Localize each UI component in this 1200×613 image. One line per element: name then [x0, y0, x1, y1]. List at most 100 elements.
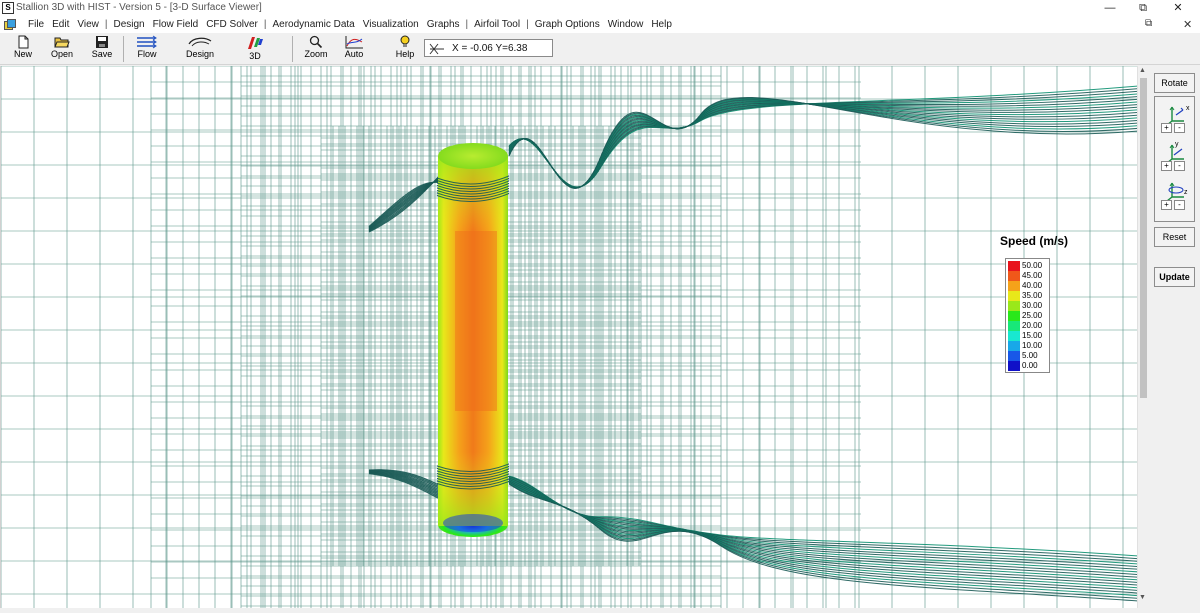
view-control-panel: Rotate x + - y + - z + - Reset Update [1148, 66, 1200, 613]
rotate-y-plus-button[interactable]: + [1161, 161, 1172, 171]
rotate-x-minus-button[interactable]: - [1174, 123, 1185, 133]
save-button[interactable]: Save [87, 34, 117, 64]
scroll-down-arrow-icon[interactable]: ▼ [1139, 594, 1146, 601]
open-button[interactable]: Open [47, 34, 77, 64]
help-label: Help [395, 49, 415, 59]
y-axis-label: y [1175, 141, 1179, 148]
rotate-button[interactable]: Rotate [1154, 73, 1195, 93]
coordinate-readout-box: X = -0.06 Y=6.38 [424, 39, 553, 57]
new-file-icon [18, 35, 29, 49]
app-window: S Stallion 3D with HIST - Version 5 - [3… [0, 0, 1200, 613]
mdi-restore-button[interactable]: ⧉ [1145, 18, 1152, 29]
flow-label: Flow [137, 49, 157, 59]
menu-edit[interactable]: Edit [48, 18, 73, 32]
menu-cfd-solver[interactable]: CFD Solver [202, 18, 262, 32]
legend-swatch [1008, 301, 1020, 311]
legend-swatch [1008, 311, 1020, 321]
menu-help[interactable]: Help [647, 18, 676, 32]
view-3d-button[interactable]: 3D [240, 34, 270, 64]
legend-label: 45.00 [1022, 271, 1043, 280]
rotate-y-minus-button[interactable]: - [1174, 161, 1185, 171]
close-button[interactable]: ✕ [1162, 0, 1194, 17]
rotate-x-plus-button[interactable]: + [1161, 123, 1172, 133]
help-button[interactable]: Help [390, 34, 420, 64]
open-label: Open [50, 49, 74, 59]
flow-visualization [1, 66, 1137, 608]
rotate-z-minus-button[interactable]: - [1174, 200, 1185, 210]
menu-view[interactable]: View [73, 18, 103, 32]
menu-graph-options[interactable]: Graph Options [531, 18, 604, 32]
save-label: Save [91, 49, 113, 59]
mesh-grid [1, 66, 1137, 608]
legend-swatch [1008, 351, 1020, 361]
legend-title: Speed (m/s) [999, 234, 1068, 248]
menu-graphs[interactable]: Graphs [423, 18, 464, 32]
legend-color-scale: 50.00 45.00 40.00 35.00 30.00 25.00 20.00 15.00… [1005, 258, 1050, 373]
menu-separator: | [263, 19, 267, 30]
magnifier-icon [309, 35, 323, 49]
flow-button[interactable]: Flow [132, 34, 162, 64]
legend-label: 0.00 [1022, 361, 1038, 370]
auto-button[interactable]: Auto [339, 34, 369, 64]
coordinate-readout: X = -0.06 Y=6.38 [452, 43, 528, 54]
restore-button[interactable]: ⧉ [1127, 0, 1159, 17]
menu-design[interactable]: Design [109, 18, 148, 32]
legend-swatch [1008, 361, 1020, 371]
window-title: Stallion 3D with HIST - Version 5 - [3-D… [16, 2, 262, 13]
legend-label: 25.00 [1022, 311, 1043, 320]
legend-swatch [1008, 261, 1020, 271]
auto-scale-graph-icon [345, 36, 363, 49]
menu-flow-field[interactable]: Flow Field [149, 18, 203, 32]
3d-blocks-icon [248, 37, 263, 49]
surface-viewer-canvas[interactable]: Speed (m/s) 50.00 45.00 40.00 35.00 30.00 25.… [0, 66, 1137, 608]
airfoil-design-icon [188, 37, 212, 47]
mdi-close-button[interactable]: ✕ [1183, 18, 1192, 31]
legend-label: 10.00 [1022, 341, 1043, 350]
legend-swatch [1008, 291, 1020, 301]
menu-visualization[interactable]: Visualization [359, 18, 423, 32]
menu-separator: | [465, 19, 469, 30]
bottom-strip [0, 608, 1200, 613]
vertical-scrollbar[interactable]: ▲ ▼ [1137, 66, 1148, 608]
axis-rotation-group: x + - y + - z + - [1154, 96, 1195, 222]
menu-separator: | [104, 19, 108, 30]
legend-swatch [1008, 271, 1020, 281]
design-button[interactable]: Design [182, 34, 218, 64]
legend-label: 35.00 [1022, 291, 1043, 300]
toolbar: New Open Save Flow Design 3D Zoom Auto H… [0, 33, 1200, 65]
menu-bar: File Edit View | Design Flow Field CFD Solver |… [0, 17, 1200, 33]
view-3d-label: 3D [249, 51, 261, 61]
flow-lines-icon [137, 35, 157, 49]
menu-window[interactable]: Window [604, 18, 648, 32]
menu-file[interactable]: File [24, 18, 48, 32]
menu-airfoil-tool[interactable]: Airfoil Tool [470, 18, 524, 32]
legend-label: 40.00 [1022, 281, 1043, 290]
legend-label: 20.00 [1022, 321, 1043, 330]
zoom-label: Zoom [304, 49, 328, 59]
crosshair-icon [429, 43, 444, 55]
reset-button[interactable]: Reset [1154, 227, 1195, 247]
scrollbar-thumb[interactable] [1140, 78, 1147, 398]
update-button[interactable]: Update [1154, 267, 1195, 287]
title-bar: S Stallion 3D with HIST - Version 5 - [3… [0, 0, 1200, 17]
legend-swatch [1008, 321, 1020, 331]
toolbar-separator [123, 36, 124, 62]
rotate-z-plus-button[interactable]: + [1161, 200, 1172, 210]
auto-label: Auto [344, 49, 364, 59]
legend-label: 5.00 [1022, 351, 1038, 360]
z-axis-label: z [1184, 189, 1188, 196]
minimize-button[interactable]: — [1094, 0, 1126, 17]
zoom-button[interactable]: Zoom [301, 34, 331, 64]
speed-legend: Speed (m/s) 50.00 45.00 40.00 35.00 30.00 25.… [984, 234, 1084, 373]
toolbar-separator [292, 36, 293, 62]
scroll-up-arrow-icon[interactable]: ▲ [1139, 67, 1146, 74]
new-label: New [13, 49, 32, 59]
menu-aerodynamic-data[interactable]: Aerodynamic Data [268, 18, 358, 32]
app-logo-icon: S [2, 2, 14, 14]
x-axis-icon [1166, 106, 1184, 125]
menu-separator: | [526, 19, 529, 30]
menu-items: File Edit View | Design Flow Field CFD Solver |… [24, 18, 676, 32]
new-button[interactable]: New [8, 34, 38, 64]
document-icon [4, 19, 16, 30]
legend-swatch [1008, 341, 1020, 351]
